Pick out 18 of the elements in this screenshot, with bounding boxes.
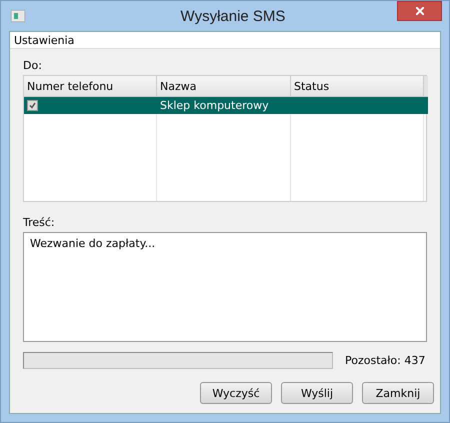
- column-header[interactable]: Status: [291, 76, 424, 97]
- message-label: Treść:: [23, 216, 56, 229]
- menu-item[interactable]: Ustawienia: [14, 34, 74, 46]
- close-button[interactable]: [397, 1, 442, 21]
- remaining-count: Pozostało: 437: [345, 354, 426, 367]
- column-header[interactable]: Nazwa: [157, 76, 291, 97]
- table-cell[interactable]: [24, 97, 157, 114]
- window-title: Wysyłanie SMS: [180, 8, 286, 24]
- recipients-label: Do:: [23, 59, 43, 72]
- dialog-button[interactable]: Wyślij: [281, 382, 353, 404]
- message-field[interactable]: Wezwanie do zapłaty...: [23, 232, 427, 342]
- dialog-button[interactable]: Wyczyść: [200, 382, 272, 404]
- dialog-button[interactable]: Zamknij: [362, 382, 434, 404]
- app-icon: [11, 10, 25, 22]
- table-cell[interactable]: Sklep komputerowy: [157, 97, 291, 114]
- checkbox[interactable]: [27, 100, 38, 111]
- column-header[interactable]: Numer telefonu: [24, 76, 157, 97]
- close-icon: [416, 7, 424, 15]
